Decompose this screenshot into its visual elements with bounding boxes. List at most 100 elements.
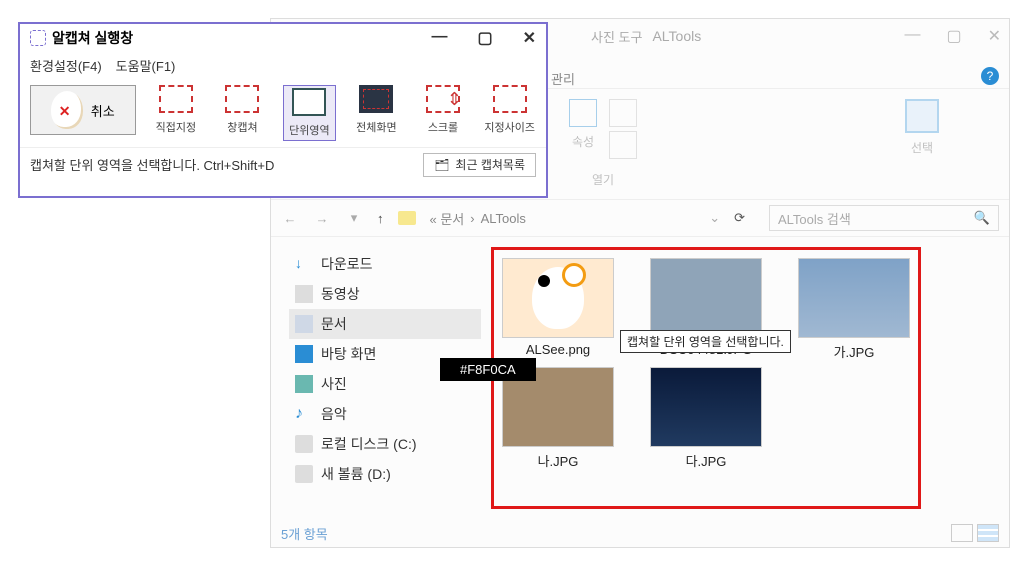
window-icon (225, 85, 259, 113)
capture-selection-rect[interactable]: ALSee.png DSC04481.JPG 가.JPG 나.JPG 다.JPG (491, 247, 921, 509)
file-thumbnail (502, 258, 614, 338)
tab-manage[interactable]: 관리 (551, 69, 575, 88)
download-icon: ↓ (295, 255, 313, 273)
sidebar-item-label: 사진 (321, 374, 347, 394)
file-caption: ALSee.png (526, 342, 590, 357)
tool-label: 창캡쳐 (227, 119, 257, 135)
properties-icon[interactable] (569, 99, 597, 127)
fullscreen-icon (359, 85, 393, 113)
desktop-icon (295, 345, 313, 363)
menu-help[interactable]: 도움말(F1) (116, 56, 176, 75)
address-bar: ← → ▾ ↑ « 문서 › ALTools ⌄ ⟳ ALTools 검색 🔍 (271, 199, 1009, 237)
sidebar-item-label: 바탕 화면 (321, 344, 376, 364)
disk-icon (295, 465, 313, 483)
tool-direct[interactable]: 직접지정 (150, 85, 203, 135)
explorer-title: ALTools (652, 28, 701, 44)
alcap-close-button[interactable]: ✕ (523, 28, 536, 48)
select-icon[interactable] (905, 99, 939, 133)
alcapture-titlebar[interactable]: 알캡쳐 실행창 — ▢ ✕ (20, 24, 546, 52)
file-grid[interactable]: ALSee.png DSC04481.JPG 가.JPG 나.JPG 다.JPG (481, 237, 1009, 519)
view-tiles-button[interactable] (977, 524, 999, 542)
recent-icon: 🗂 (434, 158, 449, 172)
sidebar-item-disk-c[interactable]: 로컬 디스크 (C:) (289, 429, 481, 459)
file-caption: 가.JPG (834, 342, 875, 361)
sidebar-item-label: 음악 (321, 404, 347, 424)
nav-back-icon[interactable]: ← (281, 211, 299, 226)
nav-up-icon[interactable]: ↑ (377, 211, 384, 226)
alcap-minimize-button[interactable]: — (431, 28, 447, 48)
music-icon: ♪ (295, 405, 313, 423)
tool-fixed-size[interactable]: 지정사이즈 (483, 85, 536, 135)
sidebar-item-downloads[interactable]: ↓ 다운로드 (289, 249, 481, 279)
alcapture-window[interactable]: 알캡쳐 실행창 — ▢ ✕ 환경설정(F4) 도움말(F1) 취소 직접지정 창… (18, 22, 548, 198)
sidebar-item-label: 다운로드 (321, 254, 373, 274)
unit-region-icon (292, 88, 326, 116)
properties-label: 속성 (572, 133, 594, 150)
tool-label: 스크롤 (428, 119, 458, 135)
photo-icon (295, 375, 313, 393)
file-thumbnail (798, 258, 910, 338)
file-caption: 다.JPG (686, 451, 727, 470)
color-sample-label: #F8F0CA (440, 358, 536, 381)
direct-icon (159, 85, 193, 113)
alcapture-app-icon (30, 30, 46, 46)
sidebar-item-disk-d[interactable]: 새 볼륨 (D:) (289, 459, 481, 489)
sidebar-item-label: 새 볼륨 (D:) (321, 464, 391, 484)
sidebar-item-label: 로컬 디스크 (C:) (321, 434, 417, 454)
tool-label: 직접지정 (156, 119, 196, 135)
disk-icon (295, 435, 313, 453)
file-item[interactable]: 가.JPG (798, 258, 910, 361)
status-bar: 5개 항목 (271, 519, 1009, 547)
search-input[interactable]: ALTools 검색 🔍 (769, 205, 999, 231)
file-item[interactable]: ALSee.png (502, 258, 614, 361)
sidebar-item-documents[interactable]: 문서 (289, 309, 481, 339)
tool-fullscreen[interactable]: 전체화면 (350, 85, 403, 135)
sidebar-item-videos[interactable]: 동영상 (289, 279, 481, 309)
fixed-size-icon (493, 85, 527, 113)
sidebar-item-label: 문서 (321, 314, 347, 334)
view-details-button[interactable] (951, 524, 973, 542)
tool-scroll[interactable]: 스크롤 (417, 85, 470, 135)
sidebar-item-music[interactable]: ♪ 음악 (289, 399, 481, 429)
ribbon-generic-icon[interactable] (609, 131, 637, 159)
cancel-label: 취소 (91, 101, 115, 120)
ribbon-group-open-label: 열기 (592, 171, 614, 188)
video-icon (295, 285, 313, 303)
close-button[interactable]: ✕ (988, 26, 1001, 46)
tool-label: 전체화면 (356, 119, 396, 135)
breadcrumb-folder-icon (398, 211, 416, 225)
capture-tooltip: 캡쳐할 단위 영역을 선택합니다. (620, 330, 791, 353)
maximize-button[interactable]: ▢ (946, 26, 961, 46)
explorer-picture-tools-label: 사진 도구 (591, 27, 642, 46)
alcap-maximize-button[interactable]: ▢ (477, 28, 492, 48)
breadcrumb[interactable]: « 문서 › ALTools ⌄ (430, 209, 721, 228)
tool-window[interactable]: 창캡쳐 (216, 85, 269, 135)
breadcrumb-dropdown-icon[interactable]: ⌄ (709, 210, 720, 226)
select-label: 선택 (911, 139, 933, 156)
sidebar-item-label: 동영상 (321, 284, 360, 304)
file-thumbnail (650, 258, 762, 338)
breadcrumb-sep: › (470, 211, 474, 226)
tool-label: 지정사이즈 (484, 119, 535, 135)
refresh-icon[interactable]: ⟳ (734, 210, 745, 226)
breadcrumb-prefix[interactable]: « 문서 (430, 209, 465, 228)
alcapture-status-text: 캡쳐할 단위 영역을 선택합니다. Ctrl+Shift+D (30, 155, 274, 174)
breadcrumb-current[interactable]: ALTools (481, 211, 526, 226)
document-icon (295, 315, 313, 333)
file-item[interactable]: 나.JPG (502, 367, 614, 470)
nav-forward-icon[interactable]: → (313, 211, 331, 226)
alcapture-menubar: 환경설정(F4) 도움말(F1) (20, 52, 546, 79)
file-caption: 나.JPG (538, 451, 579, 470)
help-icon[interactable]: ? (981, 67, 999, 85)
file-thumbnail (650, 367, 762, 447)
minimize-button[interactable]: — (904, 26, 920, 46)
ribbon-generic-icon[interactable] (609, 99, 637, 127)
cancel-egg-icon (51, 91, 83, 129)
file-item[interactable]: 다.JPG (650, 367, 762, 470)
nav-recent-icon[interactable]: ▾ (345, 210, 363, 226)
menu-settings[interactable]: 환경설정(F4) (30, 56, 102, 75)
cancel-button[interactable]: 취소 (30, 85, 136, 135)
tool-unit-region[interactable]: 단위영역 (283, 85, 336, 141)
recent-captures-button[interactable]: 🗂 최근 캡쳐목록 (423, 153, 536, 177)
status-count: 5개 항목 (281, 524, 328, 543)
